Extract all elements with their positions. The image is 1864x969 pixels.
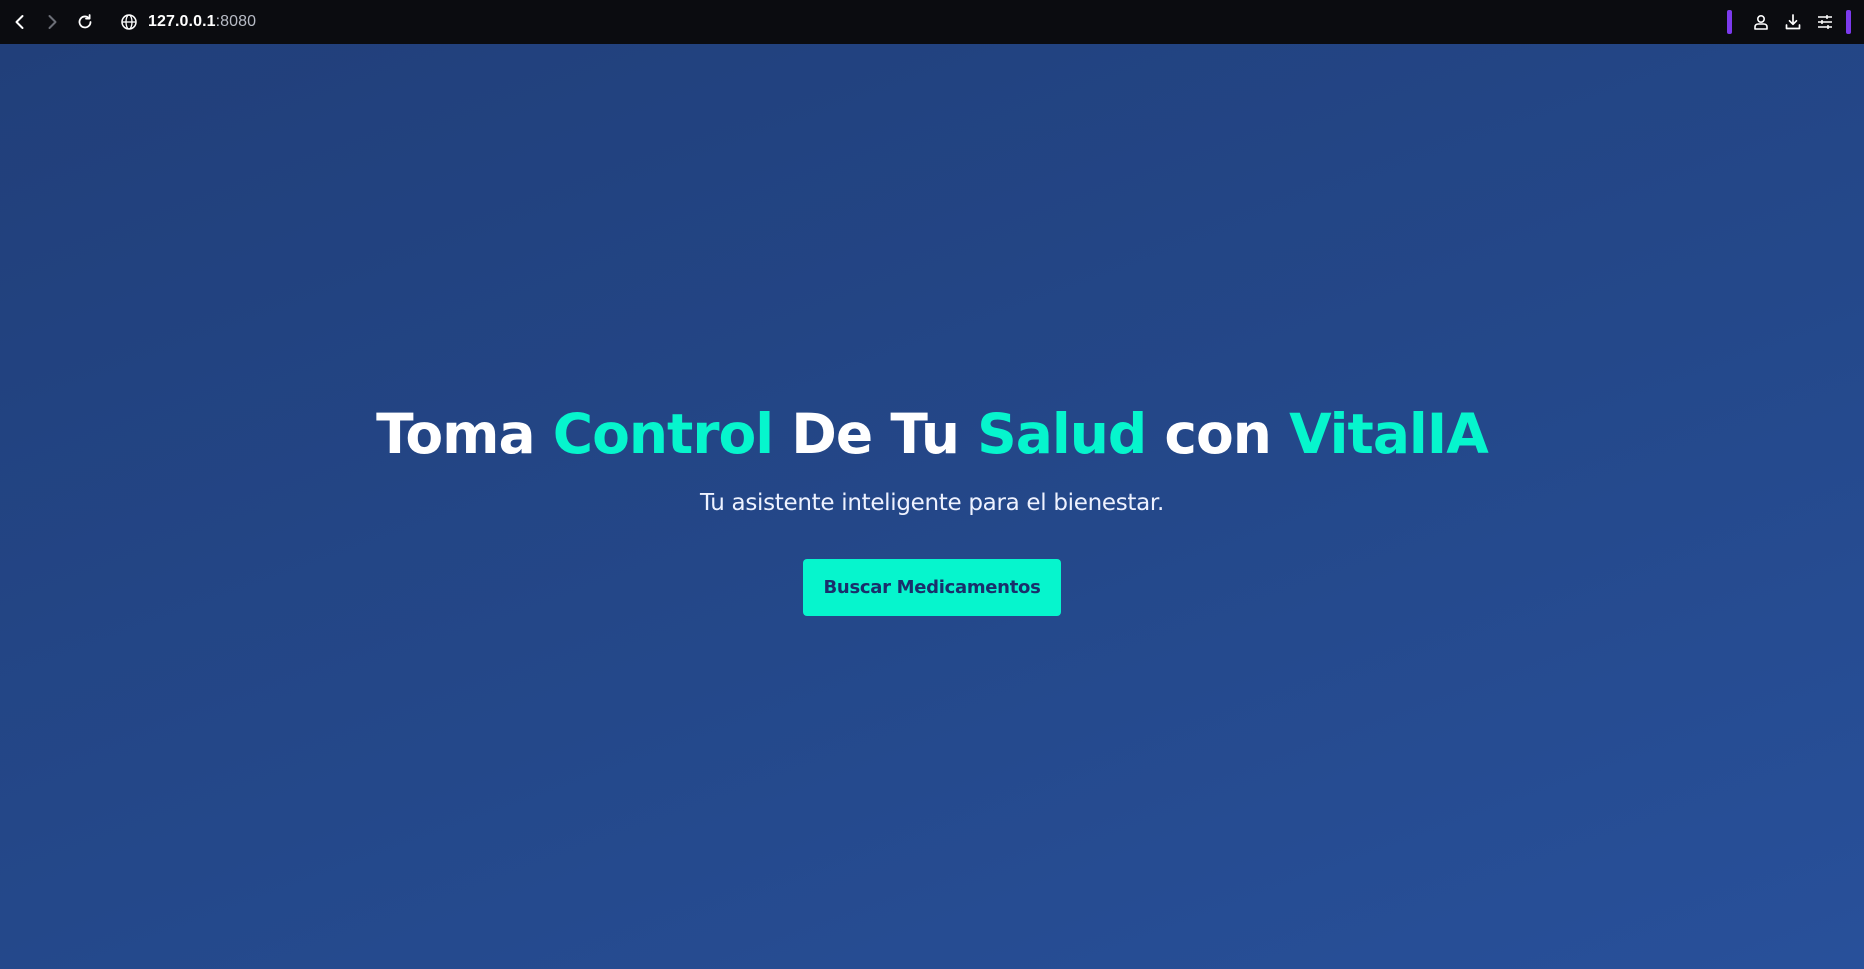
url-host: 127.0.0.1 (148, 13, 216, 30)
buscar-medicamentos-button[interactable]: Buscar Medicamentos (803, 559, 1061, 616)
user-icon (1754, 14, 1768, 30)
hero-section: Toma Control De Tu Salud con VitalIA Tu … (0, 44, 1864, 969)
menu-button[interactable] (1813, 10, 1837, 34)
browser-toolbar: 127.0.0.1:8080 (0, 0, 1864, 44)
hero-title-part: Toma (376, 402, 553, 466)
hero-title-part: con (1146, 402, 1290, 466)
downloads-button[interactable] (1781, 10, 1805, 34)
download-icon (1785, 14, 1801, 30)
back-button[interactable] (6, 8, 34, 36)
hero-title-highlight: Salud (977, 402, 1147, 466)
toolbar-actions (1724, 0, 1864, 44)
hero-title-highlight: Control (552, 402, 774, 466)
profile-button[interactable] (1749, 10, 1773, 34)
url-text[interactable]: 127.0.0.1:8080 (148, 13, 256, 31)
accent-indicator-right (1846, 10, 1851, 34)
reload-button[interactable] (71, 8, 99, 36)
chevron-right-icon (48, 15, 57, 29)
forward-button[interactable] (38, 8, 66, 36)
hero-title-brand: VitalIA (1289, 402, 1489, 466)
globe-icon (121, 14, 137, 30)
page-viewport: Toma Control De Tu Salud con VitalIA Tu … (0, 44, 1864, 969)
chevron-left-icon (15, 15, 24, 29)
address-bar[interactable]: 127.0.0.1:8080 (120, 8, 256, 36)
sliders-icon (1818, 15, 1832, 29)
hero-title-part: De Tu (773, 402, 978, 466)
hero-subtitle: Tu asistente inteligente para el bienest… (700, 490, 1164, 516)
reload-icon (78, 14, 92, 29)
hero-title: Toma Control De Tu Salud con VitalIA (0, 402, 1864, 466)
accent-indicator-left (1727, 10, 1732, 34)
url-port: :8080 (215, 13, 257, 30)
